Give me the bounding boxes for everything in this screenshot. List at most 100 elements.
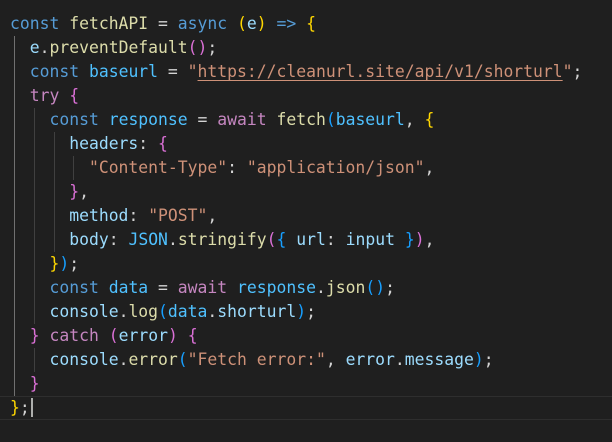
paren-open: ( [266,230,277,249]
property-key: method [69,206,129,225]
paren-close: ) [197,38,208,57]
code-line-7[interactable]: "Content-Type": "application/json", [10,156,434,180]
paren-close: ) [296,302,307,321]
paren-open: ( [187,38,198,57]
method-call: preventDefault [49,38,188,57]
code-line-12[interactable]: const data = await response.json(); [10,276,394,300]
code-line-3[interactable]: const baseurl = "https://cleanurl.site/a… [10,60,583,84]
code-line-11[interactable]: }); [10,252,79,276]
code-line-17[interactable]: }; [10,396,33,420]
colon: : [128,206,149,225]
comma: , [79,182,89,201]
paren-close: ) [59,254,70,273]
code-line-6[interactable]: headers: { [10,132,168,156]
dot: . [315,278,326,297]
colon: : [325,230,346,249]
string-value: "POST" [148,206,208,225]
property-key: headers [69,134,139,153]
code-line-8[interactable]: }, [10,180,89,204]
paren-close: ) [414,230,425,249]
semicolon: ; [306,302,316,321]
brace-close: } [10,398,20,417]
brace-close: } [394,230,415,249]
variable-name: response [108,110,188,129]
brace-close: } [69,182,80,201]
code-line-2[interactable]: e.preventDefault(); [10,36,218,60]
operator: = [148,278,178,297]
comma: , [325,350,346,369]
semicolon: ; [19,398,30,417]
brace-close: } [29,326,40,345]
code-editor[interactable]: const fetchAPI = async (e) => { e.preven… [0,0,612,442]
parameter: e [246,14,257,33]
keyword-const: const [49,110,99,129]
function-name: fetchAPI [69,14,149,33]
method-call: error [128,350,178,369]
keyword-await: await [217,110,267,129]
identifier: input [345,230,395,249]
identifier: console [49,350,119,369]
brace-open: { [424,110,435,129]
code-line-15[interactable]: console.error("Fetch error:", error.mess… [10,348,493,372]
arrow-operator: => [266,14,307,33]
comma: , [424,158,435,177]
semicolon: ; [572,62,583,81]
dot: . [394,350,405,369]
function-call: fetch [276,110,326,129]
comma: , [207,206,218,225]
text-cursor [30,398,33,417]
keyword-catch: catch [39,326,99,345]
brace-close: } [29,374,40,393]
brace-open: { [276,230,287,249]
paren-open: ( [177,350,188,369]
dot: . [167,230,178,249]
code-line-10[interactable]: body: JSON.stringify({ url: input }), [10,228,434,252]
code-line-9[interactable]: method: "POST", [10,204,217,228]
property: message [404,350,474,369]
colon: : [108,230,129,249]
dot: . [118,350,129,369]
code-line-13[interactable]: console.log(data.shorturl); [10,300,316,324]
current-line-highlight [0,396,612,420]
argument: baseurl [335,110,405,129]
quote: " [187,62,198,81]
paren-open: ( [325,110,336,129]
keyword-async: async [177,14,228,33]
dot: . [39,38,50,57]
code-line-16[interactable]: } [10,372,40,396]
keyword-const: const [49,278,99,297]
keyword-const: const [10,14,60,33]
string-value: "application/json" [246,158,425,177]
identifier: error [345,350,395,369]
dot: . [118,302,129,321]
semicolon: ; [207,38,218,57]
method-call: log [128,302,159,321]
method-call: stringify [177,230,267,249]
operator: = [187,110,218,129]
code-line-14[interactable]: } catch (error) { [10,324,198,348]
brace-open: { [306,14,316,33]
keyword-const: const [29,62,80,81]
code-line-1[interactable]: const fetchAPI = async (e) => { [10,12,316,36]
paren-open: ( [108,326,119,345]
operator: = [148,14,178,33]
dot: . [207,302,218,321]
variable-name: baseurl [88,62,159,81]
operator: = [158,62,188,81]
keyword-try: try [29,86,60,105]
paren-open: ( [158,302,168,321]
code-line-5[interactable]: const response = await fetch(baseurl, { [10,108,434,132]
identifier: e [29,38,40,57]
global-object: JSON [128,230,168,249]
string-key: "Content-Type" [88,158,228,177]
property-key: url [286,230,326,249]
brace-open: { [187,326,198,345]
keyword-await: await [177,278,228,297]
url-link[interactable]: https://cleanurl.site/api/v1/shorturl [198,62,563,81]
string-literal: "Fetch error:" [187,350,326,369]
paren-close: ) [167,326,178,345]
code-line-4[interactable]: try { [10,84,79,108]
argument: data [167,302,208,321]
